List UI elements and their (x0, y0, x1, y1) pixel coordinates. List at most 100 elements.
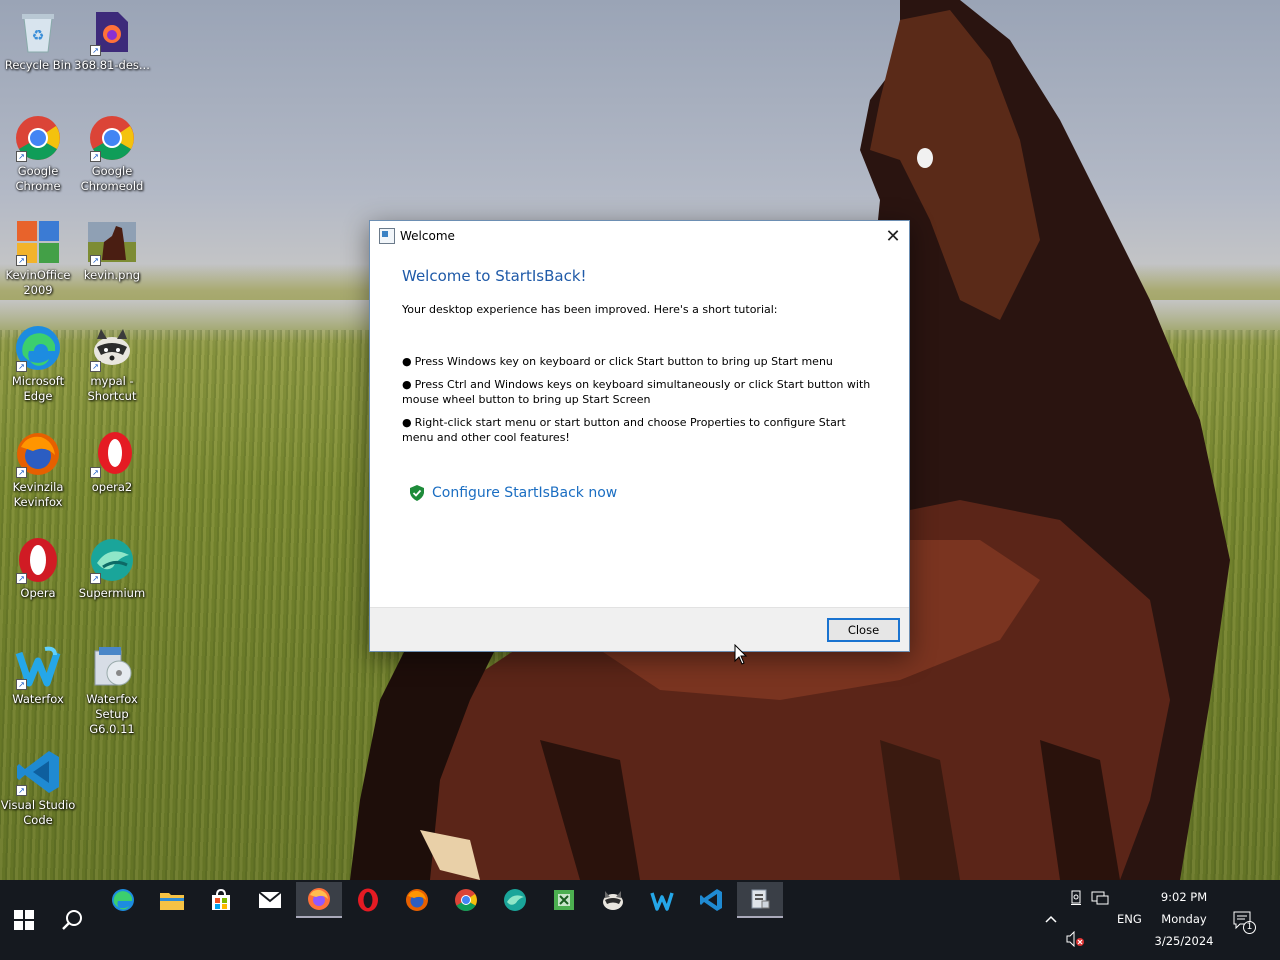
taskbar-mail[interactable] (247, 882, 293, 918)
desktop-icon-label: Waterfox Setup G6.0.11 (86, 692, 138, 736)
taskbar-supermium[interactable] (492, 882, 538, 918)
bullet-icon: ● (402, 378, 412, 391)
desktop-icon-label: Supermium (78, 586, 146, 600)
dialog-titlebar[interactable]: Welcome ✕ (370, 221, 909, 251)
close-button[interactable]: Close (827, 618, 900, 642)
taskbar-chrome[interactable] (443, 882, 489, 918)
taskbar-firefox-dev[interactable] (296, 882, 342, 918)
chrome-icon: ↗ (14, 114, 62, 162)
mypal-icon: ↗ (88, 324, 136, 372)
image-file-icon: ↗ (88, 218, 136, 266)
tip-item: ● Right-click start menu or start button … (402, 415, 872, 445)
edge-icon: ↗ (14, 324, 62, 372)
clock-day[interactable]: Monday (1150, 912, 1218, 926)
excel-icon (552, 888, 576, 912)
installer-icon (88, 642, 136, 690)
desktop-icon-label: Google Chromeold (80, 164, 144, 193)
language-indicator[interactable]: ENG (1117, 912, 1142, 926)
taskbar-vscode[interactable] (688, 882, 734, 918)
clock-date[interactable]: 3/25/2024 (1150, 934, 1218, 948)
desktop-icon-supermium[interactable]: ↗ Supermium (74, 536, 150, 601)
speaker-icon (1066, 931, 1084, 947)
desktop-icon-waterfox-setup[interactable]: Waterfox Setup G6.0.11 (74, 642, 150, 737)
desktop-icon-label: Waterfox (12, 692, 64, 706)
opera-icon (356, 888, 380, 912)
taskbar-store[interactable] (198, 882, 244, 918)
desktop-icon-recycle-bin[interactable]: ♻ Recycle Bin (0, 8, 76, 73)
taskbar-mypal[interactable] (590, 882, 636, 918)
configure-link[interactable]: Configure StartIsBack now (410, 485, 909, 501)
dialog-body: Welcome to StartIsBack! Your desktop exp… (370, 251, 909, 501)
taskbar-firefox[interactable] (394, 882, 440, 918)
desktop-icon-mypal[interactable]: ↗ mypal - Shortcut (74, 324, 150, 404)
search-button[interactable] (48, 900, 96, 940)
network-icon[interactable] (1090, 888, 1110, 908)
opera-icon: ↗ (88, 430, 136, 478)
taskbar-opera[interactable] (345, 882, 391, 918)
window-app-icon (748, 887, 772, 911)
office-icon: ↗ (14, 218, 62, 266)
firefox-file-icon: ↗ (88, 8, 136, 56)
dialog-intro: Your desktop experience has been improve… (402, 303, 778, 316)
desktop-icon-google-chromeold[interactable]: ↗ Google Chromeold (74, 114, 150, 194)
taskbar: ENG 9:02 PM Monday 3/25/2024 1 (0, 880, 1280, 960)
windows-logo-icon (14, 910, 34, 930)
tip-text: Press Ctrl and Windows keys on keyboard … (402, 378, 871, 406)
desktop-icon-label: Recycle Bin (4, 58, 72, 72)
taskbar-waterfox[interactable] (639, 882, 685, 918)
vscode-icon: ↗ (14, 748, 62, 796)
tray-device-icon[interactable] (1066, 888, 1086, 908)
edge-icon (111, 888, 135, 912)
vscode-icon (699, 888, 723, 912)
desktop-icon-opera2[interactable]: ↗ opera2 (74, 430, 150, 495)
desktop-icon-kevinzila[interactable]: ↗ Kevinzila Kevinfox (0, 430, 76, 510)
show-hidden-icons-button[interactable] (1040, 908, 1062, 930)
store-icon (209, 888, 233, 912)
mypal-icon (601, 888, 625, 912)
firefox-icon: ↗ (14, 430, 62, 478)
bullet-icon: ● (402, 355, 412, 368)
taskbar-edge[interactable] (100, 882, 146, 918)
mouse-cursor-icon (734, 644, 748, 665)
action-center-button[interactable]: 1 (1228, 906, 1258, 934)
tip-item: ● Press Windows key on keyboard or click … (402, 354, 872, 369)
dialog-title: Welcome (400, 229, 455, 243)
chrome-icon: ↗ (88, 114, 136, 162)
firefox-dev-icon (307, 887, 331, 911)
close-icon[interactable]: ✕ (877, 221, 909, 251)
desktop-icon-kevin-png[interactable]: ↗ kevin.png (74, 218, 150, 283)
volume-muted-icon[interactable] (1064, 928, 1086, 950)
desktop-icon-kevinoffice[interactable]: ↗ KevinOffice 2009 (0, 218, 76, 298)
recycle-bin-icon: ♻ (14, 8, 62, 56)
desktop-icon-label: kevin.png (83, 268, 141, 282)
desktop-icon-waterfox[interactable]: ↗ Waterfox (0, 642, 76, 707)
desktop-icon-opera[interactable]: ↗ Opera (0, 536, 76, 601)
desktop-icon-label: KevinOffice 2009 (5, 268, 71, 297)
dialog-heading: Welcome to StartIsBack! (402, 267, 587, 285)
desktop-icon-vscode[interactable]: ↗ Visual Studio Code (0, 748, 76, 828)
desktop-icon-label: mypal - Shortcut (87, 374, 137, 403)
configure-link-label: Configure StartIsBack now (432, 485, 618, 501)
desktop-icon-label: Google Chrome (15, 164, 61, 193)
taskbar-excel[interactable] (541, 882, 587, 918)
supermium-icon: ↗ (88, 536, 136, 584)
waterfox-icon: ↗ (14, 642, 62, 690)
tip-text: Right-click start menu or start button a… (402, 416, 846, 444)
bullet-icon: ● (402, 416, 412, 429)
desktop-icon-label: 368.81-des... (74, 58, 150, 72)
firefox-icon (405, 888, 429, 912)
device-icon (1071, 890, 1081, 905)
chrome-icon (454, 888, 478, 912)
desktop-icon-microsoft-edge[interactable]: ↗ Microsoft Edge (0, 324, 76, 404)
taskbar-file-explorer[interactable] (149, 882, 195, 918)
tips-list: ● Press Windows key on keyboard or click … (402, 354, 872, 445)
app-window-icon (379, 228, 395, 244)
mail-icon (258, 888, 282, 912)
desktop-icon-google-chrome[interactable]: ↗ Google Chrome (0, 114, 76, 194)
clock-time[interactable]: 9:02 PM (1150, 890, 1218, 904)
desktop-icon-label: Visual Studio Code (0, 798, 76, 827)
taskbar-dialog-app[interactable] (737, 882, 783, 918)
start-button[interactable] (0, 900, 48, 940)
desktop-icon-368-file[interactable]: ↗ 368.81-des... (74, 8, 150, 73)
waterfox-icon (650, 888, 674, 912)
